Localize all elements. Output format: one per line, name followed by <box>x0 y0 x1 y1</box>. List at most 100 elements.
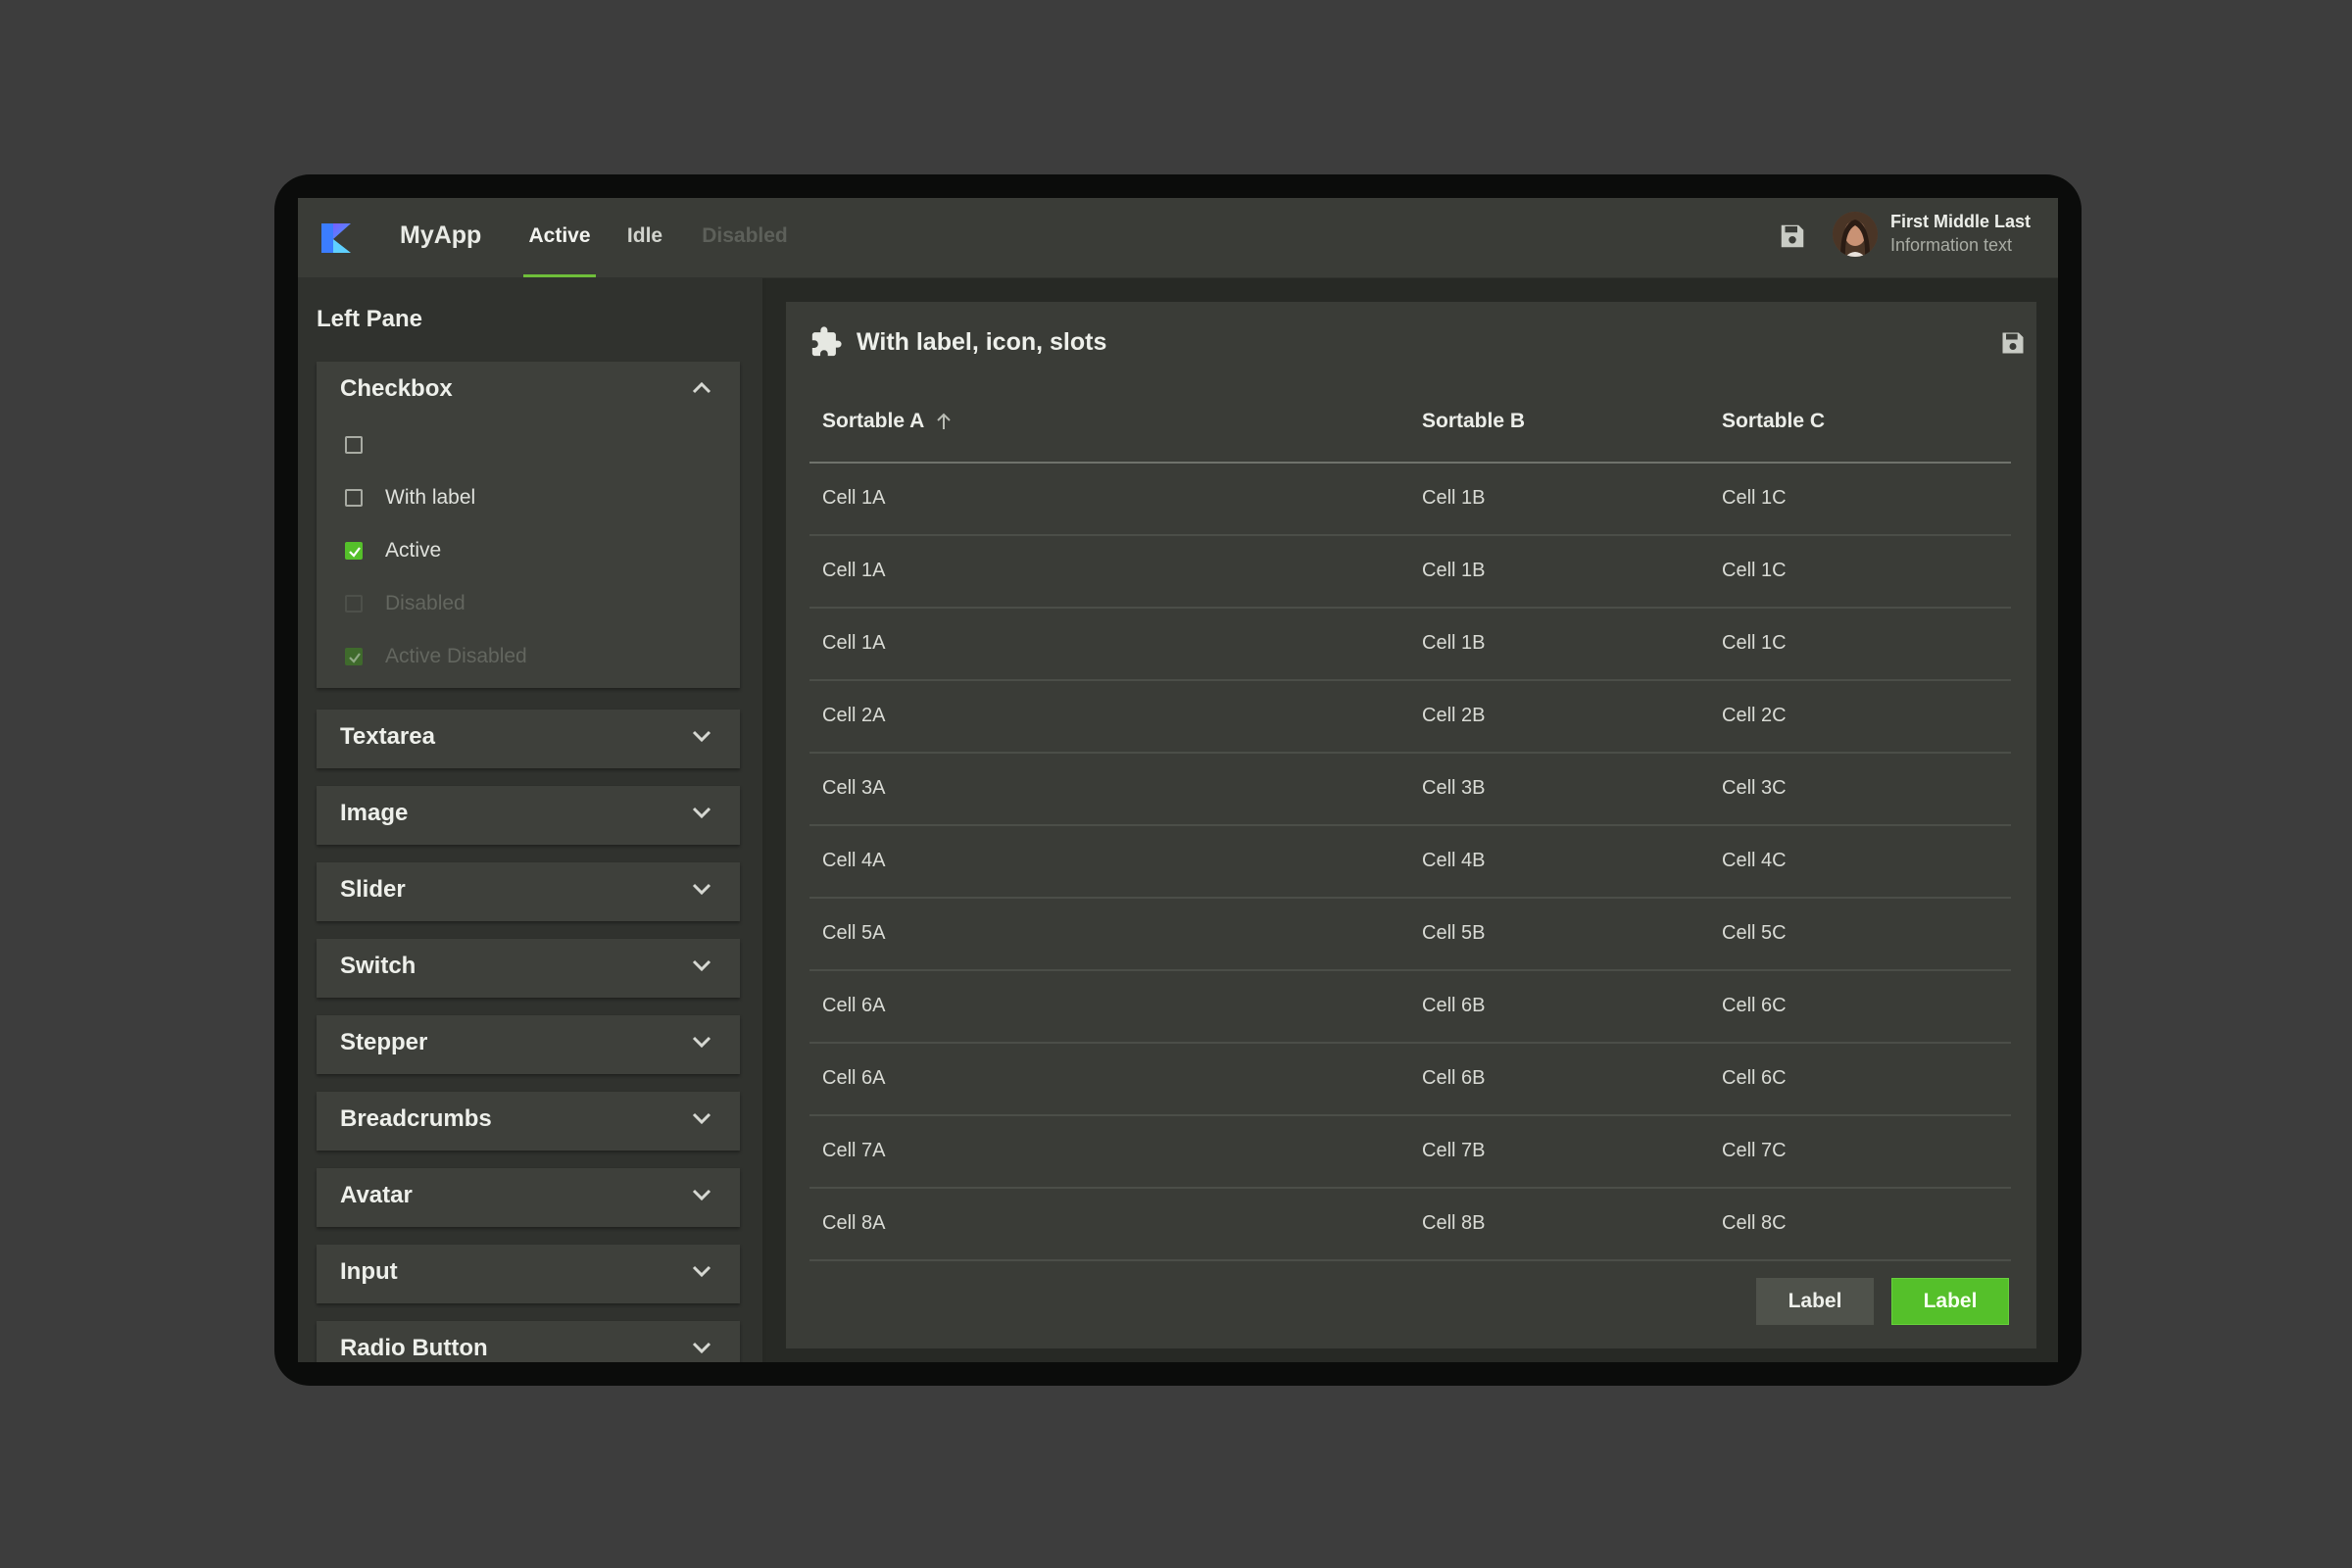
left-pane: Left Pane Checkbox With label Active Dis… <box>298 278 766 1362</box>
tab-active[interactable]: Active <box>523 198 596 277</box>
column-header-sortable-c[interactable]: Sortable C <box>1722 410 1825 433</box>
table-row[interactable]: Cell 5A Cell 5B Cell 5C <box>809 899 2011 971</box>
accordion-title: Input <box>340 1258 398 1285</box>
column-header-sortable-a[interactable]: Sortable A <box>822 410 924 433</box>
check-icon <box>349 547 361 558</box>
accordion-title: Slider <box>340 876 406 903</box>
accordion-switch[interactable]: Switch <box>317 939 740 998</box>
table-cell: Cell 3B <box>1422 777 1486 799</box>
table-cell: Cell 5A <box>822 922 886 944</box>
accordion-title: Image <box>340 800 409 826</box>
table-cell: Cell 4C <box>1722 850 1787 871</box>
app-logo-icon[interactable] <box>319 221 353 255</box>
table-row[interactable]: Cell 1A Cell 1B Cell 1C <box>809 609 2011 681</box>
accordion-title: Textarea <box>340 723 435 750</box>
checkbox-label: Disabled <box>385 592 466 614</box>
accordion-slider[interactable]: Slider <box>317 862 740 921</box>
left-pane-title: Left Pane <box>317 306 423 332</box>
app-screen: MyApp Active Idle Disabled First Middle … <box>298 198 2058 1362</box>
user-name: First Middle Last <box>1890 212 2032 231</box>
data-table: Sortable A Sortable B Sortable C Cell 1A… <box>809 384 2011 1261</box>
avatar[interactable] <box>1833 212 1878 257</box>
accordion-stepper[interactable]: Stepper <box>317 1015 740 1074</box>
table-row[interactable]: Cell 1A Cell 1B Cell 1C <box>809 536 2011 609</box>
table-cell: Cell 7B <box>1422 1140 1486 1161</box>
table-row[interactable]: Cell 1A Cell 1B Cell 1C <box>809 464 2011 536</box>
table-cell: Cell 2A <box>822 705 886 726</box>
save-icon[interactable] <box>1999 329 2027 357</box>
chevron-down-icon <box>692 807 711 819</box>
chevron-down-icon <box>692 959 711 972</box>
table-cell: Cell 1B <box>1422 632 1486 654</box>
arrow-up-icon[interactable] <box>935 412 953 431</box>
accordion-input[interactable]: Input <box>317 1245 740 1303</box>
column-header-sortable-b[interactable]: Sortable B <box>1422 410 1525 433</box>
table-cell: Cell 1C <box>1722 487 1787 509</box>
accordion-title: Stepper <box>340 1029 428 1055</box>
table-cell: Cell 1B <box>1422 560 1486 581</box>
accordion-title[interactable]: Checkbox <box>340 375 453 403</box>
accordion-avatar[interactable]: Avatar <box>317 1168 740 1227</box>
table-row[interactable]: Cell 7A Cell 7B Cell 7C <box>809 1116 2011 1189</box>
app-header: MyApp Active Idle Disabled First Middle … <box>298 198 2058 278</box>
primary-button[interactable]: Label <box>1891 1278 2009 1325</box>
table-cell: Cell 6B <box>1422 1067 1486 1089</box>
table-cell: Cell 1A <box>822 560 886 581</box>
device-frame: MyApp Active Idle Disabled First Middle … <box>274 174 2082 1386</box>
accordion-title: Breadcrumbs <box>340 1105 492 1132</box>
save-icon[interactable] <box>1778 221 1807 251</box>
checkbox-checked[interactable] <box>345 542 363 560</box>
content-card: With label, icon, slots Sortable A Sorta… <box>786 302 2036 1348</box>
table-cell: Cell 8B <box>1422 1212 1486 1234</box>
table-cell: Cell 6B <box>1422 995 1486 1016</box>
table-row[interactable]: Cell 3A Cell 3B Cell 3C <box>809 754 2011 826</box>
table-cell: Cell 7C <box>1722 1140 1787 1161</box>
table-cell: Cell 1A <box>822 487 886 509</box>
chevron-down-icon <box>692 1342 711 1354</box>
chevron-down-icon <box>692 730 711 743</box>
user-info: Information text <box>1890 235 2013 255</box>
table-cell: Cell 1A <box>822 632 886 654</box>
table-row[interactable]: Cell 4A Cell 4B Cell 4C <box>809 826 2011 899</box>
chevron-down-icon <box>692 1036 711 1049</box>
chevron-down-icon <box>692 1265 711 1278</box>
checkbox-label: Active <box>385 539 442 562</box>
accordion-checkbox: Checkbox With label Active Disabled Acti… <box>317 362 740 688</box>
accordion-title: Switch <box>340 953 416 979</box>
table-cell: Cell 3A <box>822 777 886 799</box>
table-cell: Cell 1C <box>1722 632 1787 654</box>
checkbox-disabled <box>345 595 363 612</box>
table-row[interactable]: Cell 8A Cell 8B Cell 8C <box>809 1189 2011 1261</box>
chevron-up-icon[interactable] <box>691 381 712 395</box>
table-cell: Cell 6C <box>1722 995 1787 1016</box>
table-row[interactable]: Cell 6A Cell 6B Cell 6C <box>809 1044 2011 1116</box>
app-name: MyApp <box>400 221 482 249</box>
puzzle-icon <box>811 326 842 357</box>
accordion-breadcrumbs[interactable]: Breadcrumbs <box>317 1092 740 1151</box>
secondary-button[interactable]: Label <box>1756 1278 1874 1325</box>
table-cell: Cell 4B <box>1422 850 1486 871</box>
table-cell: Cell 1C <box>1722 560 1787 581</box>
table-cell: Cell 1B <box>1422 487 1486 509</box>
chevron-down-icon <box>692 1112 711 1125</box>
accordion-title: Radio Button <box>340 1335 488 1361</box>
accordion-radio-button[interactable]: Radio Button <box>317 1321 740 1362</box>
table-row[interactable]: Cell 2A Cell 2B Cell 2C <box>809 681 2011 754</box>
accordion-textarea[interactable]: Textarea <box>317 710 740 768</box>
table-cell: Cell 2B <box>1422 705 1486 726</box>
table-body: Cell 1A Cell 1B Cell 1C Cell 1A Cell 1B Cell … <box>809 464 2011 1261</box>
table-cell: Cell 8A <box>822 1212 886 1234</box>
checkbox[interactable] <box>345 436 363 454</box>
table-cell: Cell 2C <box>1722 705 1787 726</box>
tab-idle[interactable]: Idle <box>617 198 672 277</box>
checkbox-label: With label <box>385 486 476 509</box>
table-row[interactable]: Cell 6A Cell 6B Cell 6C <box>809 971 2011 1044</box>
table-cell: Cell 4A <box>822 850 886 871</box>
chevron-down-icon <box>692 883 711 896</box>
accordion-image[interactable]: Image <box>317 786 740 845</box>
checkbox[interactable] <box>345 489 363 507</box>
check-icon <box>349 653 361 663</box>
table-cell: Cell 6A <box>822 1067 886 1089</box>
accordion-title: Avatar <box>340 1182 413 1208</box>
checkbox-checked-disabled <box>345 648 363 665</box>
